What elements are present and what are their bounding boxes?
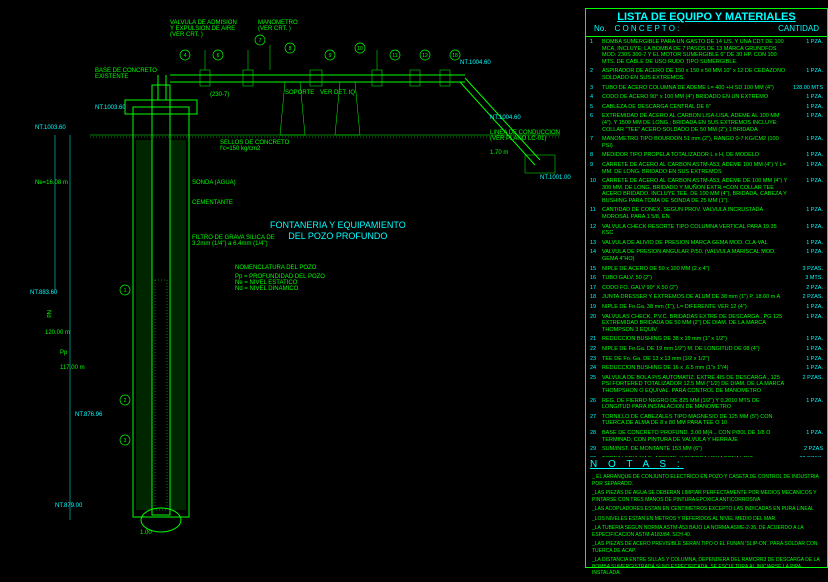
svg-text:8: 8 (289, 46, 292, 52)
bom-item: 27TORNILLO DE CABEZALES TIPO MAGNESIO DE… (590, 414, 823, 427)
svg-text:6: 6 (217, 53, 220, 59)
bom-item: 19NIPLE DE Fo.Ga. 38 mm (1"), L= DIFEREN… (590, 304, 823, 311)
lbl-ppv: 117.00 m (60, 365, 85, 371)
svg-text:10: 10 (357, 46, 363, 52)
bom-item: 11CANTIDAD DE CONEX. SEGUN PROV. VALVULA… (590, 207, 823, 220)
svg-text:3: 3 (124, 438, 127, 444)
notes-heading: N O T A S : (586, 457, 827, 472)
notes-list: _ EL ARRANQUE DE CONJUNTO ELECTRICO EN P… (586, 472, 827, 582)
bom-item: 13VALVULA DE ALIVIO DE PRESION MARCA GEM… (590, 240, 823, 247)
lbl-soporte: SOPORTE (285, 90, 314, 96)
lbl-valvula: VALVULA DE ADMISIONY EXPULSION DE AIRE(V… (170, 20, 237, 38)
svg-text:7: 7 (259, 38, 262, 44)
lbl-nt4: NT.1004.60 (490, 115, 521, 121)
lbl-sello: SELLOS DE CONCRETOf'c=150 kg/cm2 (220, 140, 289, 152)
lbl-linea: LINEA DE CONDUCCION(VER PLANO LC-01) (490, 130, 560, 142)
lbl-base: BASE DE CONCRETOEXISTENTE (95, 68, 157, 80)
lbl-sonda: SONDA (AGUA) (192, 180, 236, 186)
note-item: _LOS NIVELES ESTAN EN METROS Y REFERIDOS… (592, 516, 821, 523)
bom-item: 23TEE DE Fo. Ga. DE 13 x 13 mm (1/2 x 1/… (590, 356, 823, 363)
bom-item: 15NIPLE DE ACERO DE 50 x 100 MM (2 x 4")… (590, 266, 823, 273)
bom-item: 29SUM/INST. DE MONTANTE 153 MM (6")2 PZA… (590, 446, 823, 453)
note-item: _LA TUBERIA SEGUN NORMA ASTM-A53 BAJO LA… (592, 525, 821, 538)
lbl-ver-det: VER DET. IQ (320, 90, 355, 96)
bom-item: 25VALVULA DE BOLA P/S AUTOMATIZ. EXTRE 4… (590, 375, 823, 395)
bom-item: 8MEDIDOR TIPO PROPELA TOTALIZADOR L x H,… (590, 152, 823, 159)
bom-item: 14VALVULA DE PRESION ANGULAR P/50. (VALV… (590, 249, 823, 262)
lbl-nt3: NT.1004.60 (460, 60, 491, 66)
svg-text:11: 11 (392, 53, 397, 59)
bom-item: 7MANOMETRO TIPO BOURDON 51 mm (2"), RANG… (590, 136, 823, 149)
svg-text:4: 4 (184, 53, 187, 59)
bom-item: 12VALVULA CHECK RESORTE TIPO COLUMNA VER… (590, 224, 823, 237)
note-item: _LA DISTANCIA ENTRE SILLAS Y COLUMNA, DE… (592, 557, 821, 577)
lbl-nt6: NT.883.60 (30, 290, 57, 296)
materials-panel: LISTA DE EQUIPO Y MATERIALES No. C O N C… (585, 8, 828, 568)
svg-text:1: 1 (124, 288, 127, 294)
lbl-cement: CEMENTANTE (192, 200, 233, 206)
bom-item: 5CABLEZA DE DESCARGA CENTRAL DE 6"1 PZA. (590, 104, 823, 111)
bom-item: 9CARRETE DE ACERO AL CARBON ASTM-A53, AD… (590, 162, 823, 175)
nomenclature: NOMENCLATURA DEL POZO Pp = PROFUNDIDAD D… (235, 265, 325, 292)
bom-item: 20VALVULAS CHECK, P.V.C. BRIDADAS EXTRE … (590, 314, 823, 334)
bom-item: 22NIPLE DE Fo.Ga. DE 19 mm 1/2") M. DE L… (590, 346, 823, 353)
svg-text:12: 12 (422, 53, 428, 59)
lbl-nt8: NT.879.00 (55, 503, 82, 509)
note-item: _LAS ACOPLADORES ESTAN EN CENTIMETROS EX… (592, 506, 821, 513)
bom-item: 2ASPIRADOR DE ACERO DE 150 x 150 x 50 MM… (590, 68, 823, 81)
bom-list: 1BOMBA SUMERGIBLE PARA UN GASTO DE 14 L/… (586, 37, 827, 457)
bom-item: 28BASE DE CONCRETO PROFUND. 3.00 M(4... … (590, 430, 823, 443)
lbl-pp: Pp (60, 350, 67, 356)
panel-columns: No. C O N C E P T O : CANTIDAD (590, 23, 823, 34)
bom-item: 4CODO DE ACERO 90° x 100 MM (4") BRIDADO… (590, 94, 823, 101)
lbl-nt7: NT.876.96 (75, 412, 102, 418)
panel-header: LISTA DE EQUIPO Y MATERIALES No. C O N C… (586, 9, 827, 37)
bom-item: 6EXTREMIDAD DE ACERO AL CARBON LISA-LISA… (590, 113, 823, 133)
bom-item: 17CODO FO. GALV 90° X 50 (2")2 PZA. (590, 285, 823, 292)
panel-title: LISTA DE EQUIPO Y MATERIALES (590, 11, 823, 23)
bom-item: 26REG. DE FIERRO NEGRO DE 825 MM (1/2") … (590, 398, 823, 411)
bom-item: 30TORNILLERIA MAQ. ACEYTE, Y TUERCA HEXA… (590, 456, 823, 457)
lbl-ndv: 120.00 m (45, 330, 70, 336)
bom-item: 18JUNTA DRESSER Y EXTREMOS DE ALUM DE 38… (590, 294, 823, 301)
lbl-filtro: FILTRO DE GRAVA SILICA DE3.2mm (1/4") a … (192, 235, 275, 247)
drawing-title: FONTANERIA Y EQUIPAMIENTO DEL POZO PROFU… (270, 220, 406, 242)
lbl-nt1: NT.1003.60 (95, 105, 126, 111)
bom-item: 3TUBO DE ACERO COLUMNA DE ADEME L= 400 +… (590, 85, 823, 92)
bom-item: 24REDUCCION BUSHING DE 16 x .6.5 mm (1"x… (590, 365, 823, 372)
lbl-nt5: NT.1001.00 (540, 175, 571, 181)
lbl-nd: Nd (45, 310, 51, 318)
svg-text:9: 9 (329, 53, 332, 59)
bom-item: 16TUBO GALV. 50 (2")3 MTS. (590, 275, 823, 282)
lbl-230: (230-7) (210, 92, 229, 98)
lbl-nt2: NT.1003.60 (35, 125, 66, 131)
svg-text:2: 2 (124, 398, 127, 404)
lbl-manometro: MANOMETRO(VER CRT. ) (258, 20, 298, 32)
note-item: _LAS PIEZAS DE AGUA SE DEBERAN LIMPIAR P… (592, 490, 821, 503)
lbl-100: 1.00 (140, 530, 152, 536)
note-item: _ EL ARRANQUE DE CONJUNTO ELECTRICO EN P… (592, 474, 821, 487)
lbl-ne: Ne=16.08 m (35, 180, 68, 186)
svg-text:18: 18 (452, 53, 458, 59)
bom-item: 10CARRETE DE ACERO AL CARBON ASTM-A53, A… (590, 178, 823, 204)
bom-item: 21REDUCCION BUSHING DE 38 x 19 mm (1" x … (590, 336, 823, 343)
note-item: _LAS PIEZAS DE ACERO PREVISIBLE SERAN TI… (592, 541, 821, 554)
lbl-170: 1.70 m (490, 150, 508, 156)
bom-item: 1BOMBA SUMERGIBLE PARA UN GASTO DE 14 L/… (590, 39, 823, 65)
